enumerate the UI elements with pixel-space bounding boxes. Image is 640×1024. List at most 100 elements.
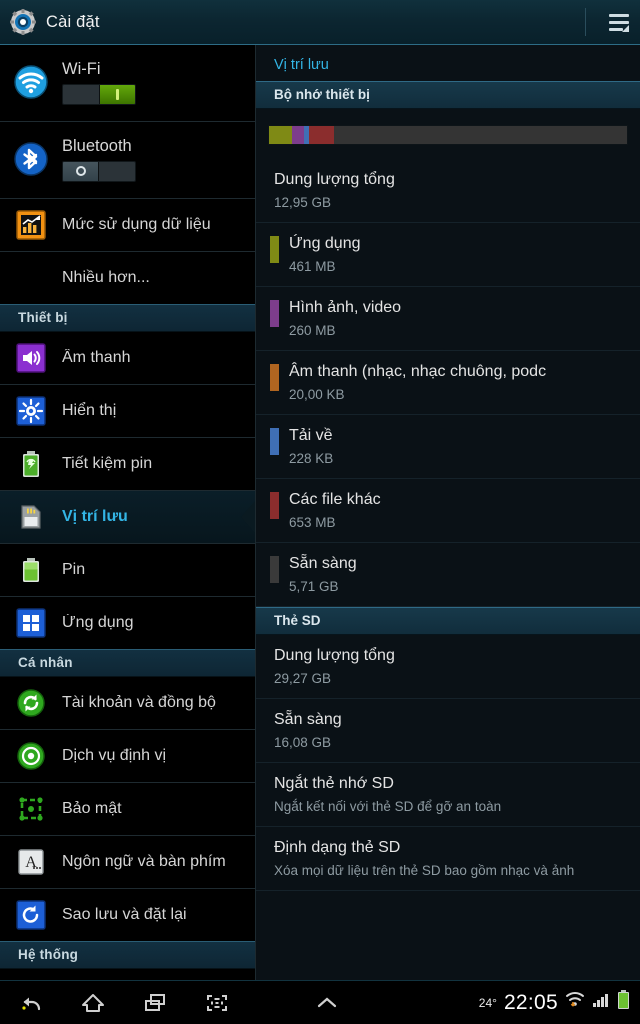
temperature-indicator: 24°: [478, 995, 497, 1010]
sidebar-item-label: Sao lưu và đặt lại: [62, 906, 187, 923]
sidebar-item-location-services[interactable]: Dịch vụ định vị: [0, 730, 255, 782]
storage-pane: Vị trí lưu Bộ nhớ thiết bị Dung lượng tổ…: [256, 45, 640, 980]
legend-chip: [270, 300, 279, 327]
bluetooth-toggle[interactable]: [62, 160, 136, 182]
row-value: 461 MB: [289, 259, 336, 274]
legend-chip: [270, 428, 279, 455]
row-value: 29,27 GB: [274, 671, 332, 686]
sync-icon: [0, 688, 62, 718]
row-title: Định dạng thẻ SD: [274, 839, 401, 856]
home-icon[interactable]: [62, 981, 124, 1024]
row-description: Xóa mọi dữ liệu trên thẻ SD bao gồm nhạc…: [274, 863, 575, 878]
power-saving-icon: [0, 449, 62, 479]
sidebar-item-battery[interactable]: Pin: [0, 544, 255, 596]
bar-segment-pictures: [292, 126, 304, 144]
brightness-icon: [0, 396, 62, 426]
page-title: Cài đặt: [46, 12, 100, 31]
sd-row-total[interactable]: Dung lượng tổng 29,27 GB: [256, 635, 640, 699]
settings-sidebar[interactable]: Wi-Fi Bluetooth Mức sử dụng dữ liệu Nhiề…: [0, 45, 256, 980]
sidebar-item-label: Tiết kiệm pin: [62, 455, 153, 472]
sd-card-header: Thẻ SD: [256, 607, 640, 635]
system-navigation-bar: 24° 22:05: [0, 980, 640, 1024]
sidebar-item-label: Mức sử dụng dữ liệu: [62, 216, 211, 233]
pane-title: Vị trí lưu: [274, 57, 329, 73]
sidebar-item-bluetooth[interactable]: Bluetooth: [0, 122, 255, 198]
sidebar-item-data-usage[interactable]: Mức sử dụng dữ liệu: [0, 199, 255, 251]
row-value: 260 MB: [289, 323, 336, 338]
sidebar-item-language-input[interactable]: A Ngôn ngữ và bàn phím: [0, 836, 255, 888]
row-value: 16,08 GB: [274, 735, 332, 750]
legend-chip: [270, 364, 279, 391]
storage-row-total[interactable]: Dung lượng tổng 12,95 GB: [256, 159, 640, 223]
sidebar-item-sound[interactable]: Âm thanh: [0, 332, 255, 384]
signal-icon: [592, 991, 610, 1014]
device-storage-header: Bộ nhớ thiết bị: [256, 81, 640, 109]
legend-chip: [270, 236, 279, 263]
row-title: Các file khác: [289, 491, 381, 508]
row-value: 5,71 GB: [289, 579, 339, 594]
sidebar-item-label: Vị trí lưu: [62, 508, 128, 525]
sidebar-item-applications[interactable]: Ứng dụng: [0, 597, 255, 649]
gear-icon: [0, 9, 46, 35]
sidebar-item-label: Pin: [62, 561, 86, 578]
sd-row-format[interactable]: Định dạng thẻ SD Xóa mọi dữ liệu trên th…: [256, 827, 640, 891]
bar-segment-apps: [269, 126, 293, 144]
sd-row-available[interactable]: Sẵn sàng 16,08 GB: [256, 699, 640, 763]
recent-apps-icon[interactable]: [124, 981, 186, 1024]
row-title: Ứng dụng: [289, 235, 361, 252]
overflow-list-icon[interactable]: [598, 0, 640, 45]
bar-segment-misc: [308, 126, 334, 144]
row-title: Âm thanh (nhạc, nhạc chuông, podc: [289, 363, 547, 380]
row-title: Sẵn sàng: [289, 555, 357, 572]
sidebar-item-display[interactable]: Hiển thị: [0, 385, 255, 437]
storage-card-icon: [0, 502, 62, 532]
divider: [585, 8, 586, 36]
sidebar-item-accounts-sync[interactable]: Tài khoản và đồng bộ: [0, 677, 255, 729]
sd-row-unmount[interactable]: Ngắt thẻ nhớ SD Ngắt kết nối với thẻ SD …: [256, 763, 640, 827]
backup-reset-icon: [0, 900, 62, 930]
content-area: Wi-Fi Bluetooth Mức sử dụng dữ liệu Nhiề…: [0, 45, 640, 980]
svg-text:A: A: [25, 854, 37, 871]
row-value: 20,00 KB: [289, 387, 345, 402]
sidebar-item-label: Dịch vụ định vị: [62, 747, 167, 764]
sidebar-item-label: Nhiều hơn...: [62, 269, 150, 286]
sidebar-section-personal: Cá nhân: [0, 649, 255, 677]
sidebar-item-label: Ứng dụng: [62, 614, 134, 631]
sidebar-item-security[interactable]: Bảo mật: [0, 783, 255, 835]
row-description: Ngắt kết nối với thẻ SD để gỡ an toàn: [274, 799, 502, 814]
status-area[interactable]: 24° 22:05: [479, 990, 640, 1015]
row-title: Ngắt thẻ nhớ SD: [274, 775, 394, 792]
wifi-icon: [0, 65, 62, 99]
wifi-label: Wi-Fi: [62, 59, 101, 78]
sidebar-item-backup-reset[interactable]: Sao lưu và đặt lại: [0, 889, 255, 941]
back-icon[interactable]: [0, 981, 62, 1024]
sidebar-item-storage[interactable]: Vị trí lưu: [0, 491, 255, 543]
storage-bar-container: [256, 109, 640, 159]
storage-usage-bar: [268, 125, 628, 145]
sidebar-item-label: Hiển thị: [62, 402, 117, 419]
storage-row-audio[interactable]: Âm thanh (nhạc, nhạc chuông, podc 20,00 …: [256, 351, 640, 415]
data-usage-icon: [0, 210, 62, 240]
sidebar-item-more[interactable]: Nhiều hơn...: [0, 252, 255, 304]
sidebar-item-wifi[interactable]: Wi-Fi: [0, 45, 255, 121]
row-value: 228 KB: [289, 451, 334, 466]
security-icon: [0, 794, 62, 824]
storage-row-available[interactable]: Sẵn sàng 5,71 GB: [256, 543, 640, 607]
storage-row-pictures-video[interactable]: Hình ảnh, video 260 MB: [256, 287, 640, 351]
battery-status-icon: [617, 990, 630, 1015]
battery-icon: [0, 555, 62, 585]
chevron-up-icon[interactable]: [296, 981, 358, 1024]
row-title: Dung lượng tổng: [274, 647, 395, 664]
apps-grid-icon: [0, 608, 62, 638]
screenshot-icon[interactable]: [186, 981, 248, 1024]
wifi-toggle[interactable]: [62, 83, 136, 105]
legend-chip: [270, 492, 279, 519]
sidebar-item-power-saving[interactable]: Tiết kiệm pin: [0, 438, 255, 490]
storage-row-apps[interactable]: Ứng dụng 461 MB: [256, 223, 640, 287]
storage-row-misc-files[interactable]: Các file khác 653 MB: [256, 479, 640, 543]
bluetooth-icon: [0, 142, 62, 176]
speaker-icon: [0, 343, 62, 373]
bluetooth-label: Bluetooth: [62, 136, 132, 155]
storage-row-downloads[interactable]: Tải về 228 KB: [256, 415, 640, 479]
sidebar-item-label: Ngôn ngữ và bàn phím: [62, 853, 226, 870]
